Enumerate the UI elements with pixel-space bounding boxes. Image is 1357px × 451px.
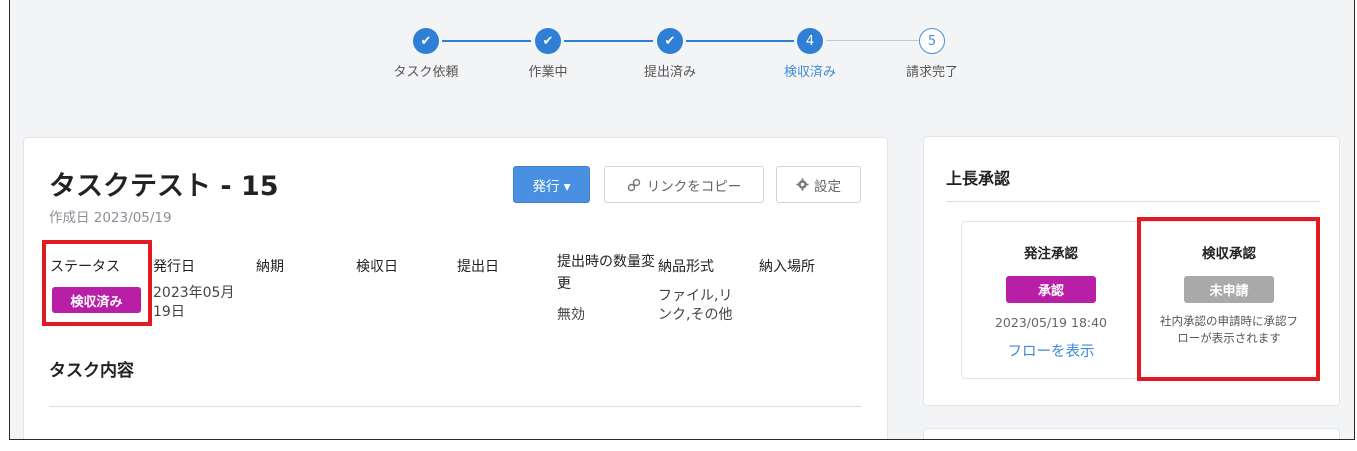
settings-button[interactable]: 設定	[776, 166, 861, 203]
copy-link-label: リンクをコピー	[646, 178, 742, 195]
issue-date-value: 2023年05月19日	[153, 285, 235, 320]
delivery-format-header: 納品形式	[658, 259, 714, 275]
step-task-request: ✔ タスク依頼	[376, 28, 476, 80]
settings-label: 設定	[814, 178, 841, 195]
issue-button[interactable]: 発行 ▾	[513, 166, 590, 203]
order-approval-title: 発注承認	[1024, 246, 1078, 262]
delivery-place-header: 納入場所	[759, 259, 815, 275]
step-label: タスク依頼	[393, 65, 459, 80]
approval-title: 上長承認	[946, 169, 1011, 188]
status-highlight-box	[42, 240, 152, 326]
copy-link-button[interactable]: リンクをコピー	[604, 166, 764, 203]
step-label: 作業中	[528, 65, 568, 80]
approval-divider	[946, 201, 1320, 202]
step-invoiced: 5 請求完了	[882, 28, 982, 80]
app-frame: ✔ タスク依頼 ✔ 作業中 ✔ 提出済み 4 検収済み 5 請求完了 タスクテス…	[9, 0, 1355, 440]
inspection-highlight-box	[1137, 217, 1320, 381]
submit-date-header: 提出日	[457, 259, 499, 275]
step-inspected: 4 検収済み	[760, 28, 860, 80]
approval-date: 2023/05/19 18:40	[994, 315, 1108, 330]
delivery-format-value: ファイル,リンク,その他	[658, 288, 733, 323]
gear-icon	[796, 178, 809, 191]
qty-change-value: 無効	[557, 307, 585, 323]
issue-date-header: 発行日	[153, 259, 195, 275]
link-icon	[627, 178, 641, 192]
section-divider	[49, 406, 861, 407]
show-flow-link[interactable]: フローを表示	[962, 340, 1140, 361]
qty-change-header: 提出時の数量変更	[557, 254, 655, 292]
inspection-date-header: 検収日	[356, 259, 398, 275]
secondary-card	[923, 428, 1340, 439]
step-number: 5	[919, 28, 945, 54]
step-label: 提出済み	[643, 65, 696, 80]
due-header: 納期	[256, 259, 284, 275]
approval-card: 上長承認 発注承認 承認 2023/05/19 18:40 フローを表示 検収承…	[923, 136, 1340, 406]
step-in-progress: ✔ 作業中	[498, 28, 598, 80]
step-submitted: ✔ 提出済み	[620, 28, 720, 80]
order-approval-column: 発注承認 承認 2023/05/19 18:40 フローを表示	[962, 222, 1140, 378]
progress-stepper: ✔ タスク依頼 ✔ 作業中 ✔ 提出済み 4 検収済み 5 請求完了	[10, 0, 1354, 100]
check-icon: ✔	[535, 28, 561, 54]
task-content-title: タスク内容	[49, 361, 134, 381]
check-icon: ✔	[413, 28, 439, 54]
approved-badge: 承認	[1006, 276, 1096, 303]
task-card: タスクテスト - 15 作成日 2023/05/19 発行 ▾ リンクをコピー	[23, 137, 888, 439]
step-number: 4	[797, 28, 823, 54]
step-label: 検収済み	[783, 65, 836, 80]
task-title: タスクテスト - 15	[49, 171, 279, 202]
step-label: 請求完了	[905, 65, 958, 80]
check-icon: ✔	[657, 28, 683, 54]
issue-button-label: 発行 ▾	[532, 178, 571, 195]
created-date: 作成日 2023/05/19	[49, 210, 172, 226]
